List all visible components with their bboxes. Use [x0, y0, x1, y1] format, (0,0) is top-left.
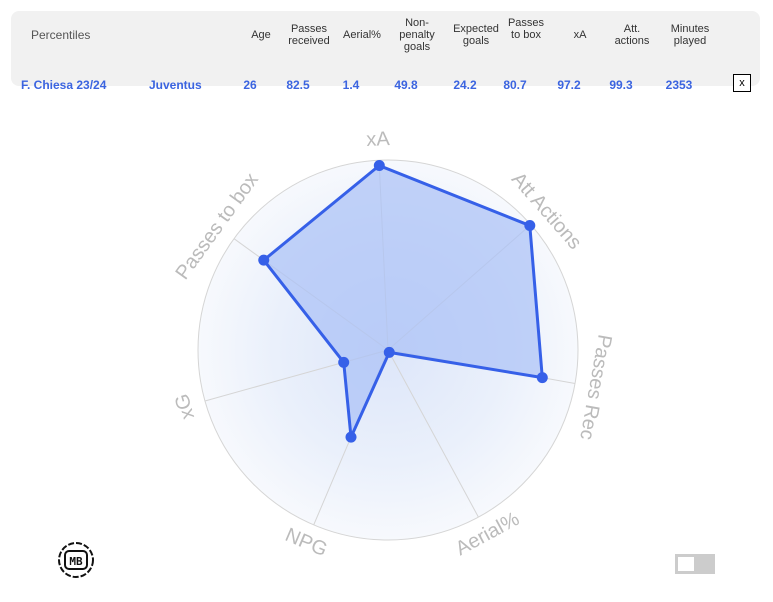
radar-point — [338, 356, 350, 368]
radar-point — [345, 431, 357, 443]
radar-point — [373, 160, 385, 172]
axis-label: NPG — [282, 524, 330, 561]
radar-point — [383, 346, 395, 358]
radar-point — [258, 254, 270, 266]
logo-text: MB — [69, 555, 83, 568]
toggle-knob — [678, 557, 694, 571]
axis-label: Passes Rec — [575, 333, 615, 442]
radar-point — [524, 220, 536, 232]
radar-point — [536, 372, 548, 384]
axis-label: xG — [171, 391, 199, 422]
radar-chart: xAAtt ActionsPasses RecAerial%NPGxGPasse… — [171, 128, 616, 561]
axis-label: xA — [366, 128, 391, 151]
mb-logo: MB — [57, 541, 95, 579]
view-toggle[interactable] — [675, 554, 715, 574]
